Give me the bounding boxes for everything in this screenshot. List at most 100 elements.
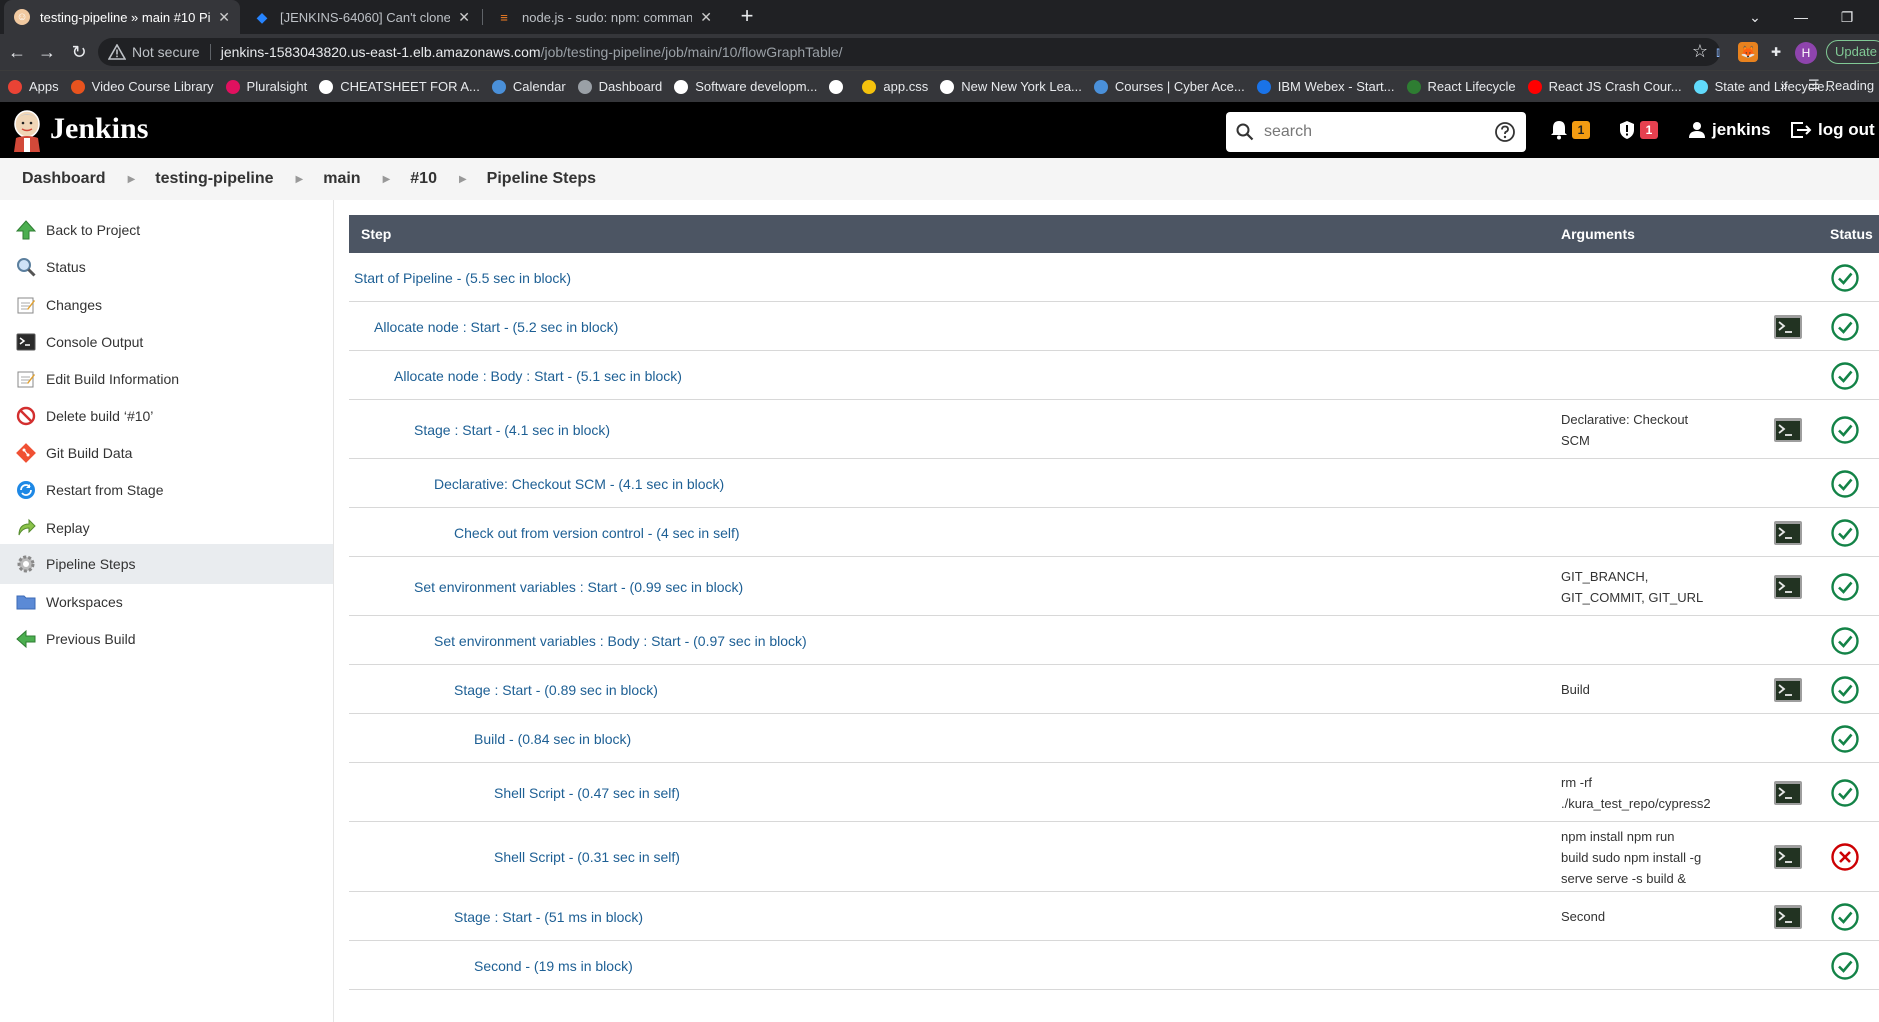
step-link[interactable]: Stage : Start - (0.89 sec in block) <box>454 682 658 698</box>
bookmark-item[interactable]: New New York Lea... <box>940 79 1082 94</box>
jenkins-logo-icon[interactable] <box>10 108 44 152</box>
sidebar-item-workspaces[interactable]: Workspaces <box>0 582 333 622</box>
success-check-icon <box>1831 675 1859 704</box>
column-header-step: Step <box>361 226 392 242</box>
bookmark-item[interactable]: Apps <box>8 79 59 94</box>
search-box <box>1226 112 1526 152</box>
forward-icon[interactable]: → <box>34 40 60 64</box>
step-link[interactable]: Set environment variables : Body : Start… <box>434 633 807 649</box>
bookmark-item[interactable]: Video Course Library <box>70 79 214 94</box>
table-row: Stage : Start - (51 ms in block) Second <box>349 892 1879 941</box>
step-link[interactable]: Check out from version control - (4 sec … <box>454 525 740 541</box>
step-link[interactable]: Shell Script - (0.31 sec in self) <box>494 849 680 865</box>
bookmark-item[interactable]: app.css <box>862 79 928 94</box>
bookmark-item[interactable]: Pluralsight <box>225 79 307 94</box>
console-output-icon[interactable] <box>1773 780 1803 806</box>
sidebar-item-label: Replay <box>46 520 90 536</box>
chevron-right-icon[interactable]: ▶ <box>459 174 467 185</box>
console-output-icon[interactable] <box>1773 677 1803 703</box>
bookmark-star-icon[interactable]: ☆ <box>1692 41 1708 62</box>
extension-icon[interactable]: ⫾ <box>1708 42 1728 62</box>
sidebar-item-label: Previous Build <box>46 631 136 647</box>
security-button[interactable]: 1 <box>1618 118 1658 142</box>
extensions-puzzle-icon[interactable]: ✚ <box>1766 42 1786 62</box>
breadcrumb-build-10[interactable]: #10 <box>410 170 437 188</box>
bookmark-item[interactable]: React Lifecycle <box>1406 79 1516 94</box>
step-link[interactable]: Allocate node : Body : Start - (5.1 sec … <box>394 368 682 384</box>
breadcrumb-pipeline-steps[interactable]: Pipeline Steps <box>487 170 596 188</box>
shield-icon <box>1620 121 1634 139</box>
sidebar-item-label: Status <box>46 259 86 275</box>
console-output-icon[interactable] <box>1773 314 1803 340</box>
step-link[interactable]: Start of Pipeline - (5.5 sec in block) <box>354 270 571 286</box>
bookmarks-overflow-button[interactable]: » <box>1780 77 1788 93</box>
close-tab-icon[interactable]: ✕ <box>700 9 712 26</box>
step-link[interactable]: Second - (19 ms in block) <box>474 958 633 974</box>
step-arguments: GIT_BRANCH, GIT_COMMIT, GIT_URL <box>1561 566 1711 608</box>
step-link[interactable]: Declarative: Checkout SCM - (4.1 sec in … <box>434 476 724 492</box>
step-link[interactable]: Stage : Start - (51 ms in block) <box>454 909 643 925</box>
chevron-right-icon[interactable]: ▶ <box>296 174 304 185</box>
step-link[interactable]: Build - (0.84 sec in block) <box>474 731 631 747</box>
sidebar-item-git-build-data[interactable]: Git Build Data <box>0 433 333 473</box>
side-panel: Back to Project Status Changes Console Outp… <box>0 200 334 1022</box>
tab-search-icon[interactable]: ⌄ <box>1732 0 1778 34</box>
minimize-icon[interactable]: — <box>1778 0 1824 34</box>
bookmark-item[interactable]: Calendar <box>491 79 566 94</box>
bookmark-item[interactable]: Dashboard <box>577 79 662 94</box>
bookmark-item[interactable]: CHEATSHEET FOR A... <box>319 79 480 94</box>
sidebar-item-back-to-project[interactable]: Back to Project <box>0 210 333 250</box>
console-output-icon[interactable] <box>1773 574 1803 600</box>
url-bar[interactable]: Not secure jenkins-1583043820.us-east-1.… <box>98 38 1720 66</box>
console-output-icon[interactable] <box>1773 520 1803 546</box>
sidebar-item-status[interactable]: Status <box>0 247 333 287</box>
sidebar-item-delete-build-10[interactable]: Delete build ‘#10’ <box>0 396 333 436</box>
logout-link[interactable]: log out <box>1790 118 1875 142</box>
breadcrumb-testing-pipeline[interactable]: testing-pipeline <box>155 170 273 188</box>
step-link[interactable]: Stage : Start - (4.1 sec in block) <box>414 422 610 438</box>
console-output-icon[interactable] <box>1773 417 1803 443</box>
help-icon[interactable] <box>1494 121 1516 143</box>
user-link[interactable]: jenkins <box>1688 118 1771 142</box>
jenkins-title[interactable]: Jenkins <box>50 112 148 146</box>
step-link[interactable]: Allocate node : Start - (5.2 sec in bloc… <box>374 319 618 335</box>
console-output-icon[interactable] <box>1773 904 1803 930</box>
sidebar-item-label: Back to Project <box>46 222 141 238</box>
step-link[interactable]: Shell Script - (0.47 sec in self) <box>494 785 680 801</box>
metamask-extension-icon[interactable]: 🦊 <box>1738 42 1758 62</box>
bookmark-item[interactable] <box>829 79 850 94</box>
browser-tab-2[interactable]: ≡ node.js - sudo: npm: command n ✕ <box>486 0 722 34</box>
chevron-right-icon[interactable]: ▶ <box>383 174 391 185</box>
sidebar-item-pipeline-steps[interactable]: Pipeline Steps <box>0 544 333 584</box>
step-arguments: npm install npm run build sudo npm instal… <box>1561 826 1711 889</box>
step-link[interactable]: Set environment variables : Start - (0.9… <box>414 579 743 595</box>
sidebar-item-restart-from-stage[interactable]: Restart from Stage <box>0 470 333 510</box>
sidebar-item-replay[interactable]: Replay <box>0 508 333 548</box>
table-header: Step Arguments Status <box>349 215 1879 253</box>
profile-avatar[interactable]: H <box>1795 42 1817 64</box>
browser-tab-1[interactable]: ◆ [JENKINS-64060] Can't clone priv ✕ <box>244 0 480 34</box>
sidebar-item-changes[interactable]: Changes <box>0 285 333 325</box>
maximize-icon[interactable]: ❐ <box>1824 0 1870 34</box>
sidebar-item-console-output[interactable]: Console Output <box>0 322 333 362</box>
search-input[interactable] <box>1264 123 1494 141</box>
new-tab-button[interactable]: + <box>734 4 760 30</box>
reading-list-button[interactable]: ☰ Reading <box>1808 77 1874 93</box>
console-output-icon[interactable] <box>1773 844 1803 870</box>
browser-tab-0[interactable]: ☺ testing-pipeline » main #10 Pipel ✕ <box>4 0 240 34</box>
close-tab-icon[interactable]: ✕ <box>458 9 470 26</box>
bookmark-item[interactable]: IBM Webex - Start... <box>1256 79 1395 94</box>
sidebar-item-previous-build[interactable]: Previous Build <box>0 619 333 659</box>
update-button[interactable]: Update <box>1826 40 1879 64</box>
breadcrumb-dashboard[interactable]: Dashboard <box>22 170 106 188</box>
notifications-button[interactable]: 1 <box>1550 118 1590 142</box>
reload-icon[interactable]: ↻ <box>66 40 92 64</box>
bookmark-item[interactable]: React JS Crash Cour... <box>1527 79 1682 94</box>
chevron-right-icon[interactable]: ▶ <box>128 174 136 185</box>
breadcrumb-main[interactable]: main <box>323 170 360 188</box>
close-tab-icon[interactable]: ✕ <box>218 9 230 26</box>
sidebar-item-edit-build-information[interactable]: Edit Build Information <box>0 359 333 399</box>
bookmark-item[interactable]: Courses | Cyber Ace... <box>1093 79 1245 94</box>
back-icon[interactable]: ← <box>4 40 30 64</box>
bookmark-item[interactable]: Software developm... <box>674 79 817 94</box>
